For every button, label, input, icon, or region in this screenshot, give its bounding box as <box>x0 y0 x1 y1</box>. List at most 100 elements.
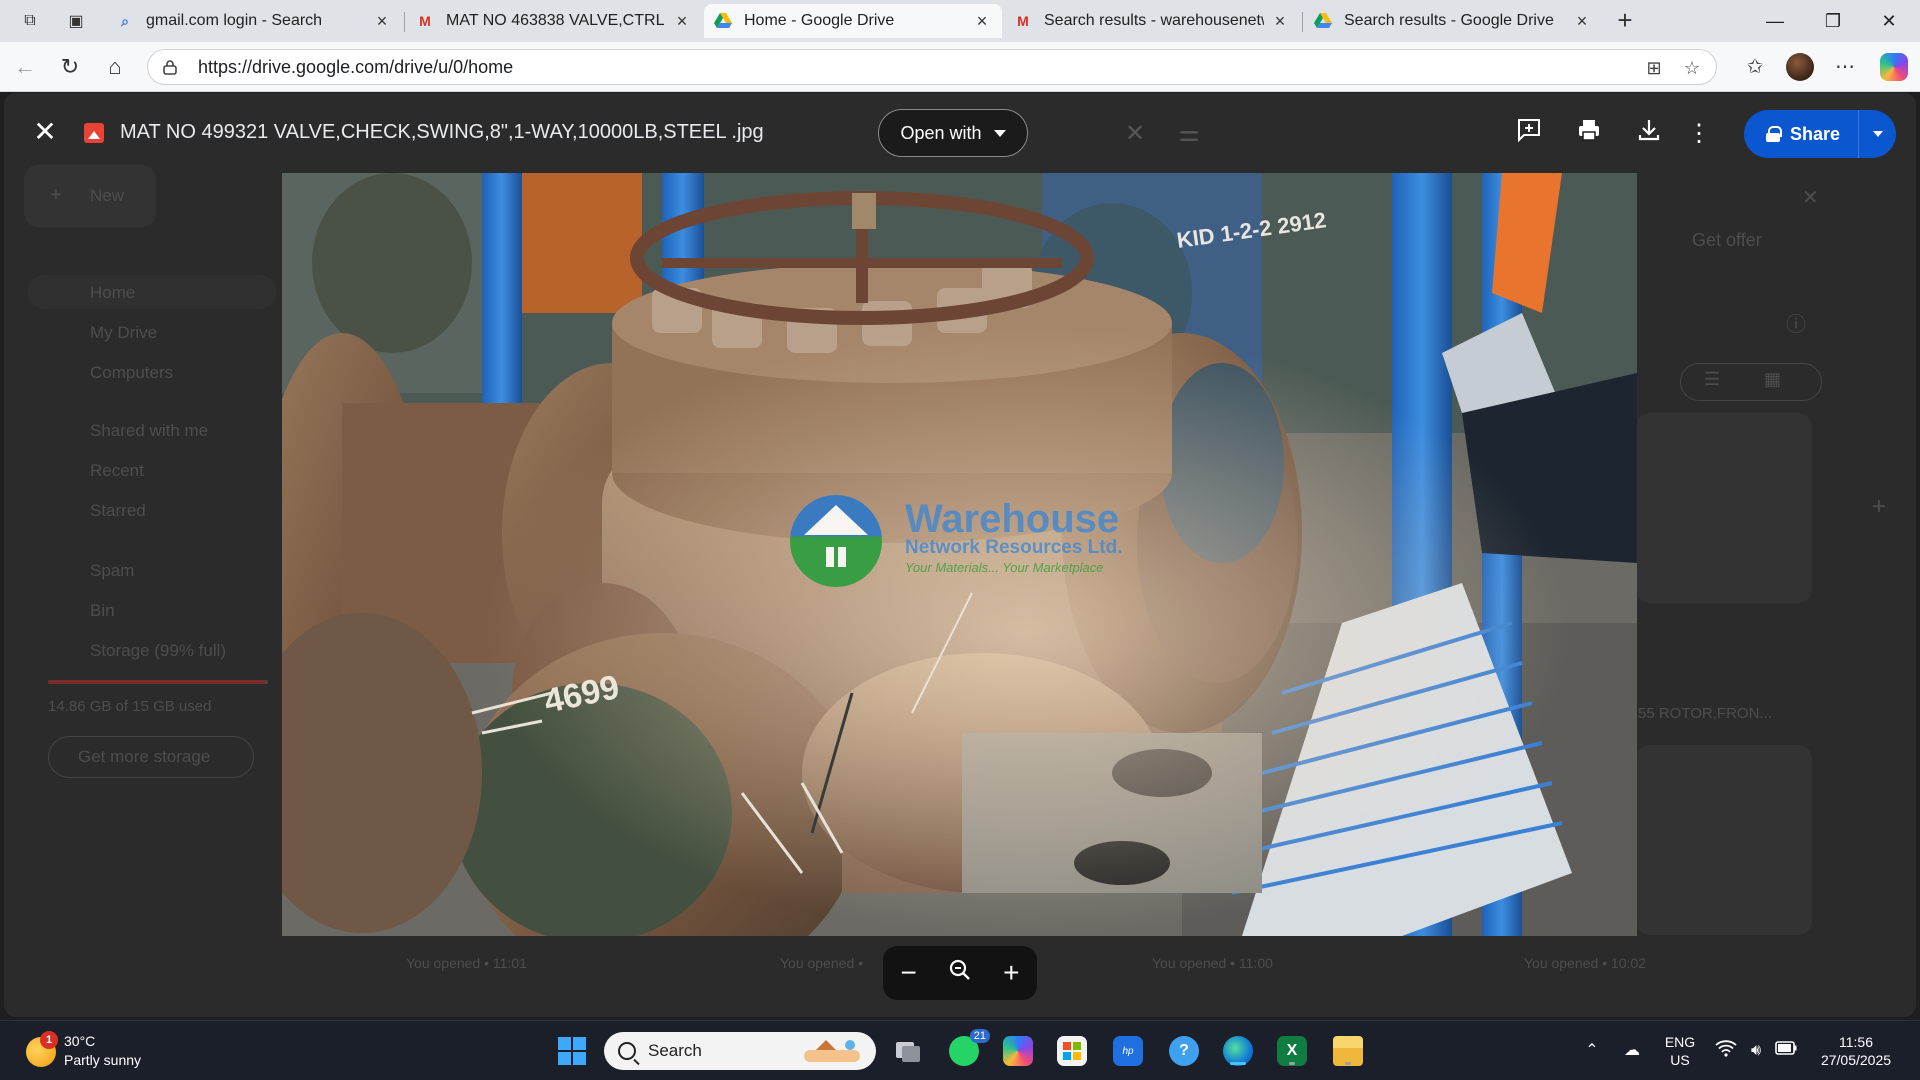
print-icon[interactable] <box>1572 117 1606 151</box>
close-tab-icon[interactable]: × <box>372 11 392 32</box>
clock-date: 27/05/2025 <box>1820 1052 1892 1068</box>
nav-recent[interactable]: Recent <box>90 461 144 481</box>
whatsapp-icon[interactable]: 21 <box>946 1029 990 1069</box>
zoom-in-button[interactable]: + <box>994 957 1028 989</box>
profile-avatar[interactable] <box>1786 53 1814 81</box>
whatsapp-badge: 21 <box>969 1029 990 1043</box>
tab-search-warehousenetwork[interactable]: M Search results - warehousenetwor × <box>1004 4 1300 38</box>
google-drive-icon <box>714 12 732 30</box>
close-tab-icon[interactable]: × <box>1572 11 1592 32</box>
app-available-icon[interactable]: ⊞ <box>1640 54 1668 82</box>
clock[interactable]: 11:56 27/05/2025 <box>1808 1033 1904 1069</box>
tab-gmail-login-search[interactable]: ⌕ gmail.com login - Search × <box>106 4 402 38</box>
minimize-window-button[interactable]: — <box>1752 6 1798 36</box>
nav-starred[interactable]: Starred <box>90 501 146 521</box>
favorites-icon[interactable]: ✩ <box>1740 52 1770 82</box>
file-card-name[interactable]: 55 ROTOR,FRON... <box>1638 705 1772 722</box>
close-icon[interactable]: ✕ <box>1118 117 1152 151</box>
file-thumbnail[interactable] <box>1636 413 1812 603</box>
tab-title: gmail.com login - Search <box>146 12 323 29</box>
vertical-tabs-icon[interactable]: ▣ <box>62 8 90 34</box>
volume-icon[interactable]: 🔊︎ <box>1744 1039 1768 1063</box>
microsoft-store-icon[interactable] <box>1054 1033 1090 1069</box>
view-toggle[interactable] <box>1680 363 1822 401</box>
close-window-button[interactable]: ✕ <box>1866 6 1912 36</box>
house-logo-icon <box>790 495 882 587</box>
copilot-taskbar-icon[interactable] <box>1000 1033 1036 1069</box>
file-opened-time: You opened • 11:00 <box>1152 955 1273 971</box>
temperature: 30°C <box>64 1033 96 1049</box>
help-icon[interactable]: ? <box>1166 1033 1202 1069</box>
search-icon <box>618 1042 636 1060</box>
zoom-out-button[interactable]: − <box>892 957 926 989</box>
url-path: /drive/u/0/home <box>389 56 514 77</box>
tab-search-google-drive[interactable]: Search results - Google Drive × <box>1304 4 1602 38</box>
start-button[interactable] <box>554 1033 590 1069</box>
show-hidden-icons-chevron[interactable]: ⌃ <box>1580 1039 1604 1063</box>
info-icon[interactable]: ⓘ <box>1786 308 1806 337</box>
taskbar-search[interactable]: Search <box>604 1032 876 1070</box>
nav-computers[interactable]: Computers <box>90 363 173 383</box>
running-indicator <box>1345 1062 1351 1065</box>
close-tab-icon[interactable]: × <box>972 11 992 32</box>
new-tab-button[interactable]: + <box>1610 6 1640 36</box>
file-thumbnail[interactable] <box>1636 745 1812 935</box>
tab-google-drive-home[interactable]: Home - Google Drive × <box>704 4 1002 38</box>
share-dropdown[interactable] <box>1859 131 1896 137</box>
nav-home[interactable]: Home <box>90 283 135 303</box>
google-drive-icon <box>1314 12 1332 30</box>
close-tab-icon[interactable]: × <box>1270 11 1290 32</box>
myhp-icon[interactable]: hp <box>1110 1033 1146 1069</box>
file-explorer-icon[interactable] <box>1330 1033 1366 1069</box>
new-plus-icon: + <box>50 184 62 206</box>
browser-toolbar: ← ↻ ⌂ https://drive.google.com/drive/u/0… <box>0 42 1920 92</box>
close-tab-icon[interactable]: × <box>672 11 692 32</box>
grid-view-icon[interactable]: ▦ <box>1764 369 1781 390</box>
list-view-icon[interactable]: ☰ <box>1704 369 1720 390</box>
close-viewer-button[interactable]: ✕ <box>30 117 60 147</box>
nav-storage[interactable]: Storage (99% full) <box>90 641 226 661</box>
get-offer-link[interactable]: Get offer <box>1692 230 1762 251</box>
refresh-button[interactable]: ↻ <box>55 52 85 82</box>
chevron-down-icon <box>1872 131 1883 137</box>
home-button[interactable]: ⌂ <box>100 52 130 82</box>
site-info-icon[interactable] <box>162 59 180 75</box>
share-button[interactable]: Share <box>1744 110 1896 158</box>
nav-my-drive[interactable]: My Drive <box>90 323 157 343</box>
copilot-icon[interactable] <box>1880 53 1908 81</box>
wifi-icon[interactable] <box>1714 1039 1738 1063</box>
filter-settings-icon[interactable]: ⚌ <box>1172 117 1206 151</box>
tab-title: Home - Google Drive <box>744 12 895 29</box>
zoom-reset-icon[interactable] <box>943 957 977 989</box>
restore-window-button[interactable]: ❐ <box>1810 6 1856 36</box>
add-comment-icon[interactable] <box>1512 117 1546 151</box>
tab-divider <box>1302 12 1303 32</box>
nav-shared-with-me[interactable]: Shared with me <box>90 421 208 441</box>
file-opened-time: You opened • <box>780 955 864 971</box>
excel-icon[interactable]: X <box>1274 1033 1310 1069</box>
more-menu-icon[interactable]: ⋯ <box>1830 52 1860 82</box>
browser-tab-strip: ⧉ ▣ ⌕ gmail.com login - Search × M MAT N… <box>0 0 1920 42</box>
favorite-star-icon[interactable]: ☆ <box>1678 54 1706 82</box>
more-actions-icon[interactable]: ⋮ <box>1682 117 1716 151</box>
close-banner-icon[interactable]: ✕ <box>1802 185 1819 210</box>
share-main[interactable]: Share <box>1744 124 1858 145</box>
nav-spam[interactable]: Spam <box>90 561 134 581</box>
open-with-button[interactable]: Open with <box>878 109 1028 157</box>
language-indicator[interactable]: ENG US <box>1660 1033 1700 1069</box>
bing-search-icon: ⌕ <box>121 12 129 29</box>
battery-icon[interactable] <box>1774 1039 1798 1063</box>
nav-bin[interactable]: Bin <box>90 601 115 621</box>
watermark-tagline: Your Materials... Your Marketplace <box>905 560 1104 575</box>
back-button[interactable]: ← <box>10 52 40 82</box>
download-icon[interactable] <box>1632 117 1666 151</box>
tab-gmail-mat-463838[interactable]: M MAT NO 463838 VALVE,CTRL,2" R × <box>406 4 702 38</box>
address-bar[interactable]: https://drive.google.com/drive/u/0/home … <box>147 49 1717 85</box>
keyboard-region: US <box>1670 1052 1690 1068</box>
task-view-icon[interactable] <box>890 1033 926 1069</box>
weather-widget[interactable]: 1 30°C Partly sunny <box>26 1031 226 1073</box>
workspaces-icon[interactable]: ⧉ <box>16 8 44 34</box>
onedrive-icon[interactable]: ☁ <box>1620 1039 1644 1063</box>
add-panel-icon[interactable]: + <box>1872 493 1886 521</box>
edge-browser-icon[interactable] <box>1220 1033 1256 1069</box>
